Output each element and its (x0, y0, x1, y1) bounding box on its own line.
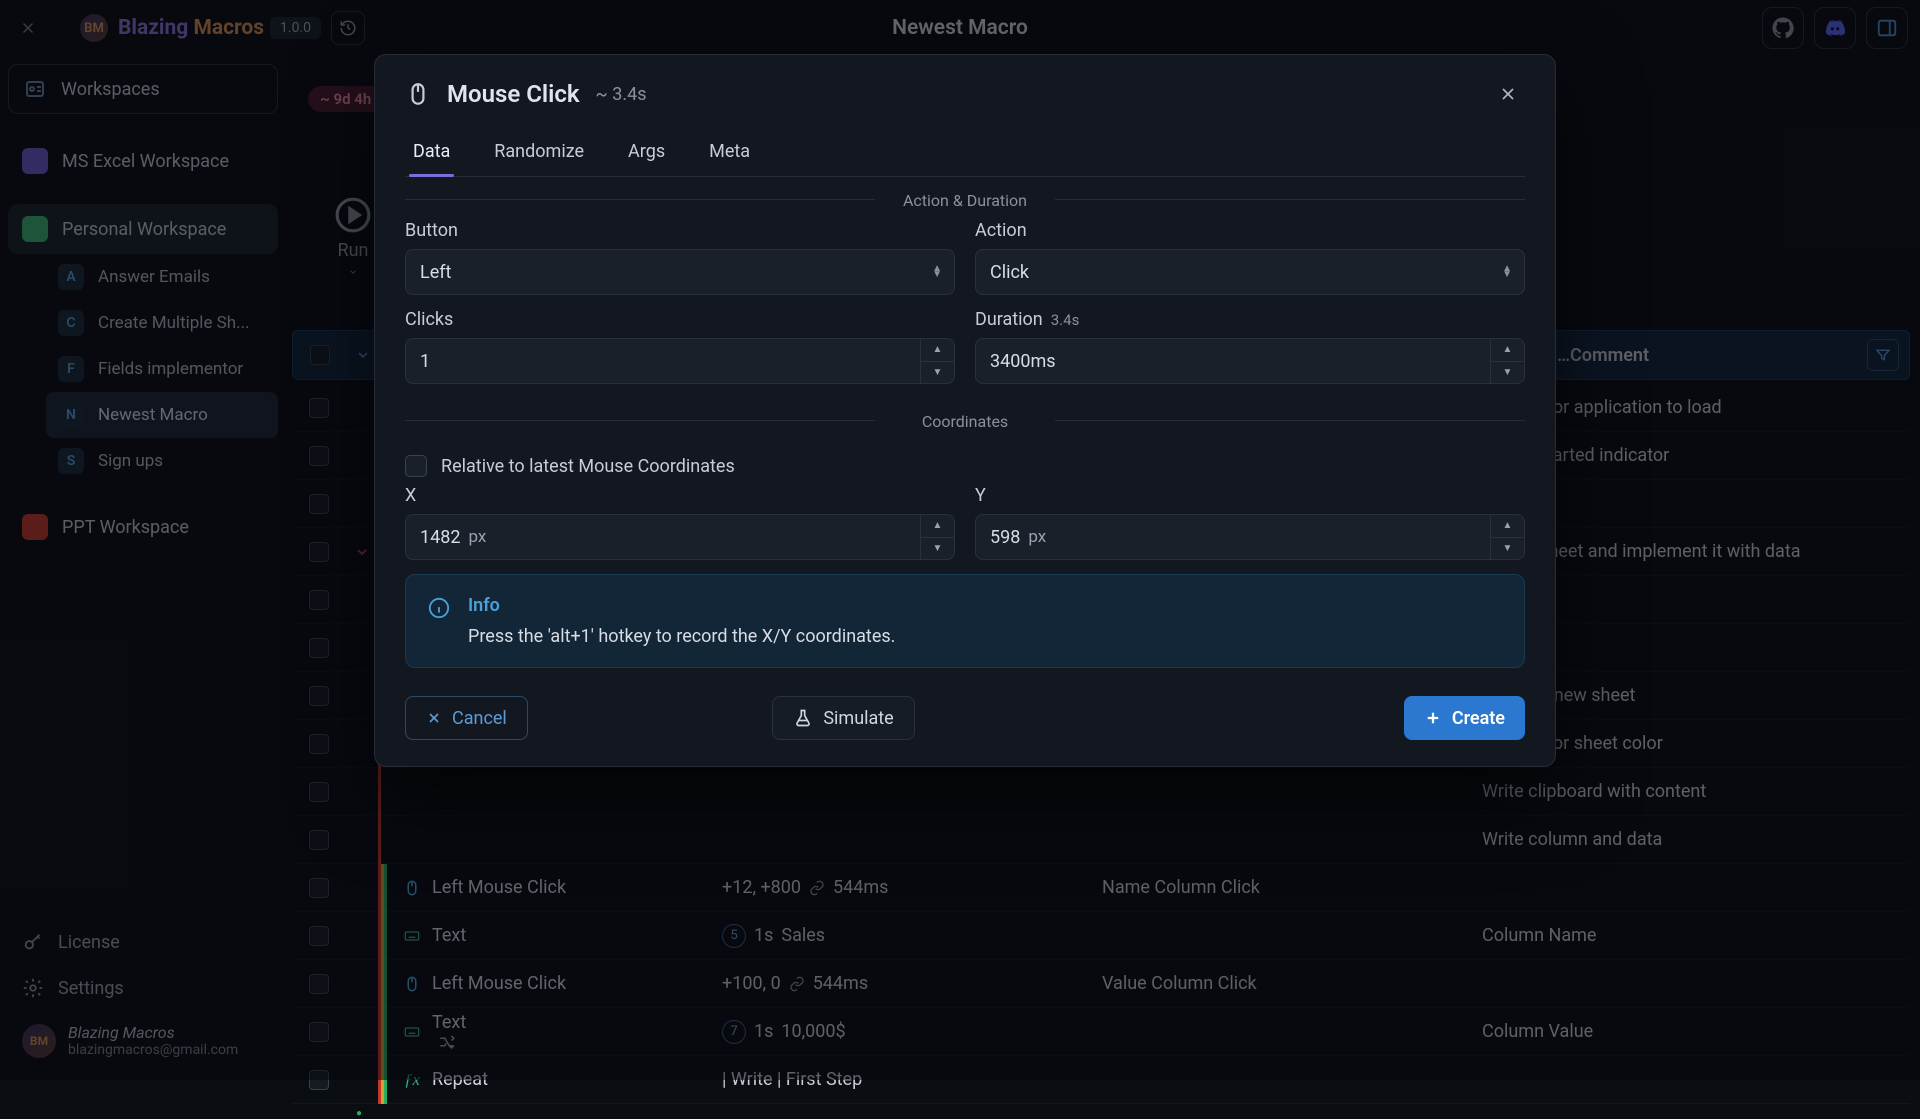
select-caret-icon: ▲▼ (932, 266, 942, 278)
stepper-down[interactable]: ▼ (1491, 362, 1524, 384)
button-value: Left (420, 262, 451, 283)
tab-randomize[interactable]: Randomize (490, 129, 588, 176)
button-select[interactable]: Left ▲▼ (405, 249, 955, 295)
tab-args[interactable]: Args (624, 129, 669, 176)
stepper-up[interactable]: ▲ (1491, 515, 1524, 538)
unit-px: px (1028, 527, 1046, 547)
stepper-up[interactable]: ▲ (921, 515, 954, 538)
simulate-label: Simulate (823, 708, 893, 729)
tab-meta[interactable]: Meta (705, 129, 754, 176)
modal-title: Mouse Click (447, 80, 580, 108)
select-caret-icon: ▲▼ (1502, 266, 1512, 278)
clicks-label: Clicks (405, 309, 955, 330)
info-title: Info (468, 595, 895, 616)
section-action-duration: Action & Duration (405, 177, 1525, 220)
clicks-value: 1 (420, 351, 430, 372)
simulate-button[interactable]: Simulate (772, 696, 914, 740)
info-body: Press the 'alt+1' hotkey to record the X… (468, 626, 895, 647)
create-button[interactable]: Create (1404, 696, 1525, 740)
x-input[interactable]: 1482 px ▲▼ (405, 514, 955, 560)
modal-close-button[interactable] (1491, 77, 1525, 111)
stepper-up[interactable]: ▲ (921, 339, 954, 362)
duration-hint: 3.4s (1051, 311, 1080, 329)
y-value: 598 (990, 527, 1020, 548)
y-input[interactable]: 598 px ▲▼ (975, 514, 1525, 560)
unit-px: px (468, 527, 486, 547)
y-label: Y (975, 485, 1525, 506)
duration-value: 3400ms (990, 351, 1056, 372)
tab-data[interactable]: Data (409, 129, 454, 176)
stepper-up[interactable]: ▲ (1491, 339, 1524, 362)
flask-icon (793, 708, 813, 728)
duration-label: Duration (975, 309, 1043, 330)
stepper-down[interactable]: ▼ (1491, 538, 1524, 560)
action-value: Click (990, 262, 1029, 283)
relative-label: Relative to latest Mouse Coordinates (441, 456, 735, 477)
x-label: X (405, 485, 955, 506)
close-icon (426, 710, 442, 726)
section-coordinates: Coordinates (405, 398, 1525, 441)
info-icon (428, 597, 450, 619)
stepper-down[interactable]: ▼ (921, 362, 954, 384)
plus-icon (1424, 709, 1442, 727)
duration-input[interactable]: 3400ms ▲▼ (975, 338, 1525, 384)
cancel-label: Cancel (452, 708, 507, 729)
mouse-click-modal: Mouse Click ~ 3.4s Data Randomize Args M… (374, 54, 1556, 767)
button-label: Button (405, 220, 955, 241)
stepper-down[interactable]: ▼ (921, 538, 954, 560)
x-value: 1482 (420, 527, 460, 548)
modal-subtitle: ~ 3.4s (596, 84, 647, 105)
relative-checkbox[interactable] (405, 455, 427, 477)
create-label: Create (1452, 708, 1505, 729)
info-box: Info Press the 'alt+1' hotkey to record … (405, 574, 1525, 668)
cancel-button[interactable]: Cancel (405, 696, 528, 740)
action-select[interactable]: Click ▲▼ (975, 249, 1525, 295)
mouse-icon (405, 81, 431, 107)
clicks-input[interactable]: 1 ▲▼ (405, 338, 955, 384)
action-label: Action (975, 220, 1525, 241)
